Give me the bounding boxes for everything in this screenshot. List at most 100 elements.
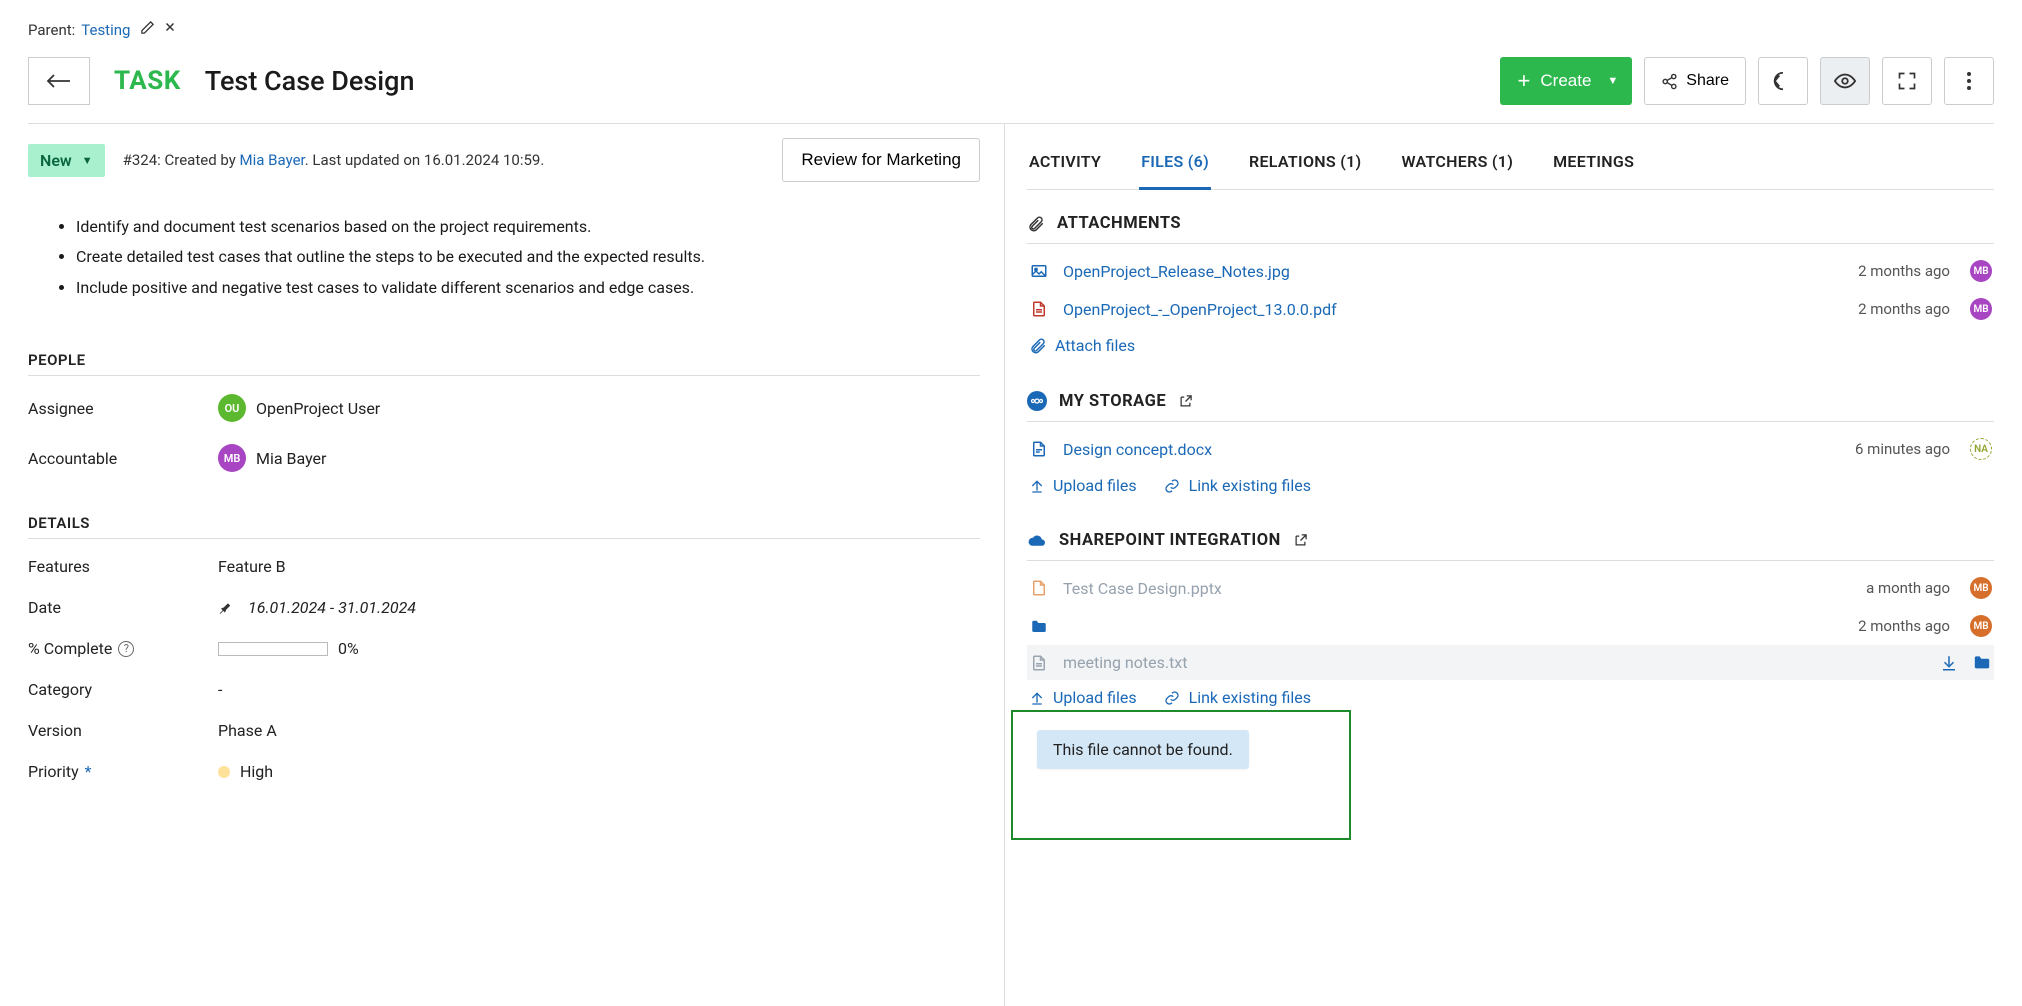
avatar: MB xyxy=(1970,260,1992,282)
attach-files-action[interactable]: Attach files xyxy=(1029,336,1135,355)
tab-relations[interactable]: RELATIONS (1) xyxy=(1247,136,1363,189)
attachment-item[interactable]: OpenProject_-_OpenProject_13.0.0.pdf 2 m… xyxy=(1027,290,1994,328)
fullscreen-button[interactable] xyxy=(1882,57,1932,105)
breadcrumb-label: Parent: xyxy=(28,21,75,39)
file-name[interactable]: Design concept.docx xyxy=(1063,440,1841,459)
category-value[interactable]: - xyxy=(218,680,222,699)
avatar: MB xyxy=(218,444,246,472)
version-value[interactable]: Phase A xyxy=(218,721,277,740)
date-label: Date xyxy=(28,598,218,617)
priority-dot-icon xyxy=(218,766,230,778)
file-time: a month ago xyxy=(1866,579,1950,597)
more-menu-button[interactable] xyxy=(1944,57,1994,105)
file-time: 6 minutes ago xyxy=(1855,440,1950,458)
caret-down-icon: ▼ xyxy=(82,154,93,167)
features-label: Features xyxy=(28,557,218,576)
upload-icon xyxy=(1029,478,1045,494)
pdf-file-icon xyxy=(1029,300,1049,318)
storage-file-item[interactable]: Design concept.docx 6 minutes ago NA xyxy=(1027,430,1994,468)
avatar: MB xyxy=(1970,577,1992,599)
file-name[interactable]: OpenProject_-_OpenProject_13.0.0.pdf xyxy=(1063,300,1844,319)
people-section-title: PEOPLE xyxy=(28,351,980,369)
version-label: Version xyxy=(28,721,218,740)
avatar: MB xyxy=(1970,615,1992,637)
attachment-item[interactable]: OpenProject_Release_Notes.jpg 2 months a… xyxy=(1027,252,1994,290)
mystorage-heading: MY STORAGE xyxy=(1059,392,1166,411)
share-label: Share xyxy=(1686,72,1729,90)
date-value[interactable]: 16.01.2024 - 31.01.2024 xyxy=(218,598,416,617)
priority-value[interactable]: High xyxy=(218,762,273,781)
file-name[interactable]: OpenProject_Release_Notes.jpg xyxy=(1063,262,1844,281)
avatar: OU xyxy=(218,394,246,422)
work-package-title[interactable]: Test Case Design xyxy=(205,65,415,97)
desc-item: Create detailed test cases that outline … xyxy=(76,242,980,272)
share-button[interactable]: Share xyxy=(1644,57,1746,105)
link-icon xyxy=(1163,690,1181,706)
tab-files[interactable]: FILES (6) xyxy=(1139,136,1211,190)
pin-icon xyxy=(218,601,232,615)
link-files-action[interactable]: Link existing files xyxy=(1163,476,1311,495)
priority-label: Priority * xyxy=(28,762,218,781)
sharepoint-heading: SHAREPOINT INTEGRATION xyxy=(1059,531,1281,550)
link-files-action[interactable]: Link existing files xyxy=(1163,688,1311,707)
storage-icon xyxy=(1027,391,1047,411)
folder-icon xyxy=(1029,618,1049,634)
work-package-type: TASK xyxy=(114,66,181,96)
attachments-heading: ATTACHMENTS xyxy=(1057,214,1181,233)
file-time: 2 months ago xyxy=(1858,262,1950,280)
file-error-tooltip: This file cannot be found. xyxy=(1037,730,1249,769)
file-name[interactable]: Test Case Design.pptx xyxy=(1063,579,1852,598)
breadcrumb: Parent: Testing xyxy=(28,20,1994,39)
review-button[interactable]: Review for Marketing xyxy=(782,138,980,182)
upload-files-action[interactable]: Upload files xyxy=(1029,476,1137,495)
author-link[interactable]: Mia Bayer xyxy=(240,151,305,169)
desc-item: Identify and document test scenarios bas… xyxy=(76,212,980,242)
share-icon xyxy=(1661,73,1678,90)
features-value[interactable]: Feature B xyxy=(218,557,286,576)
paperclip-icon xyxy=(1027,215,1045,233)
file-name[interactable]: meeting notes.txt xyxy=(1063,653,1488,672)
download-icon[interactable] xyxy=(1940,654,1958,672)
create-label: Create xyxy=(1540,71,1591,91)
storage-file-item[interactable]: meeting notes.txt xyxy=(1027,645,1994,680)
upload-files-action[interactable]: Upload files xyxy=(1029,688,1137,707)
file-time: 2 months ago xyxy=(1858,617,1950,635)
external-link-icon[interactable] xyxy=(1178,394,1193,409)
back-button[interactable] xyxy=(28,57,90,105)
open-folder-icon[interactable] xyxy=(1972,654,1992,670)
status-dropdown[interactable]: New ▼ xyxy=(28,144,105,177)
assignee-label: Assignee xyxy=(28,399,218,418)
help-icon[interactable]: ? xyxy=(118,641,134,657)
status-name: New xyxy=(40,151,72,170)
edit-parent-icon[interactable] xyxy=(140,20,155,39)
tab-meetings[interactable]: MEETINGS xyxy=(1551,136,1636,189)
pptx-file-icon xyxy=(1029,579,1049,597)
create-button[interactable]: + Create ▼ xyxy=(1500,57,1633,105)
watch-button[interactable] xyxy=(1820,57,1870,105)
attach-icon xyxy=(1029,337,1047,355)
external-link-icon[interactable] xyxy=(1293,533,1308,548)
progress-bar xyxy=(218,642,328,656)
cloud-icon xyxy=(1027,533,1047,549)
tab-activity[interactable]: ACTIVITY xyxy=(1027,136,1103,189)
meta-info: #324: Created by Mia Bayer. Last updated… xyxy=(123,151,545,169)
link-icon xyxy=(1163,478,1181,494)
breadcrumb-parent-link[interactable]: Testing xyxy=(81,21,130,39)
accountable-label: Accountable xyxy=(28,449,218,468)
desc-item: Include positive and negative test cases… xyxy=(76,273,980,303)
timeline-button[interactable] xyxy=(1758,57,1808,105)
assignee-value[interactable]: OU OpenProject User xyxy=(218,394,380,422)
accountable-value[interactable]: MB Mia Bayer xyxy=(218,444,326,472)
percent-complete-label: % Complete ? xyxy=(28,639,218,658)
remove-parent-icon[interactable] xyxy=(163,20,177,39)
docx-file-icon xyxy=(1029,440,1049,458)
storage-file-item[interactable]: 2 months ago MB xyxy=(1027,607,1994,645)
description[interactable]: Identify and document test scenarios bas… xyxy=(28,212,980,303)
plus-icon: + xyxy=(1518,68,1531,94)
tab-watchers[interactable]: WATCHERS (1) xyxy=(1399,136,1515,189)
percent-complete-value[interactable]: 0% xyxy=(218,639,359,658)
upload-icon xyxy=(1029,690,1045,706)
file-time: 2 months ago xyxy=(1858,300,1950,318)
txt-file-icon xyxy=(1029,654,1049,672)
storage-file-item[interactable]: Test Case Design.pptx a month ago MB xyxy=(1027,569,1994,607)
